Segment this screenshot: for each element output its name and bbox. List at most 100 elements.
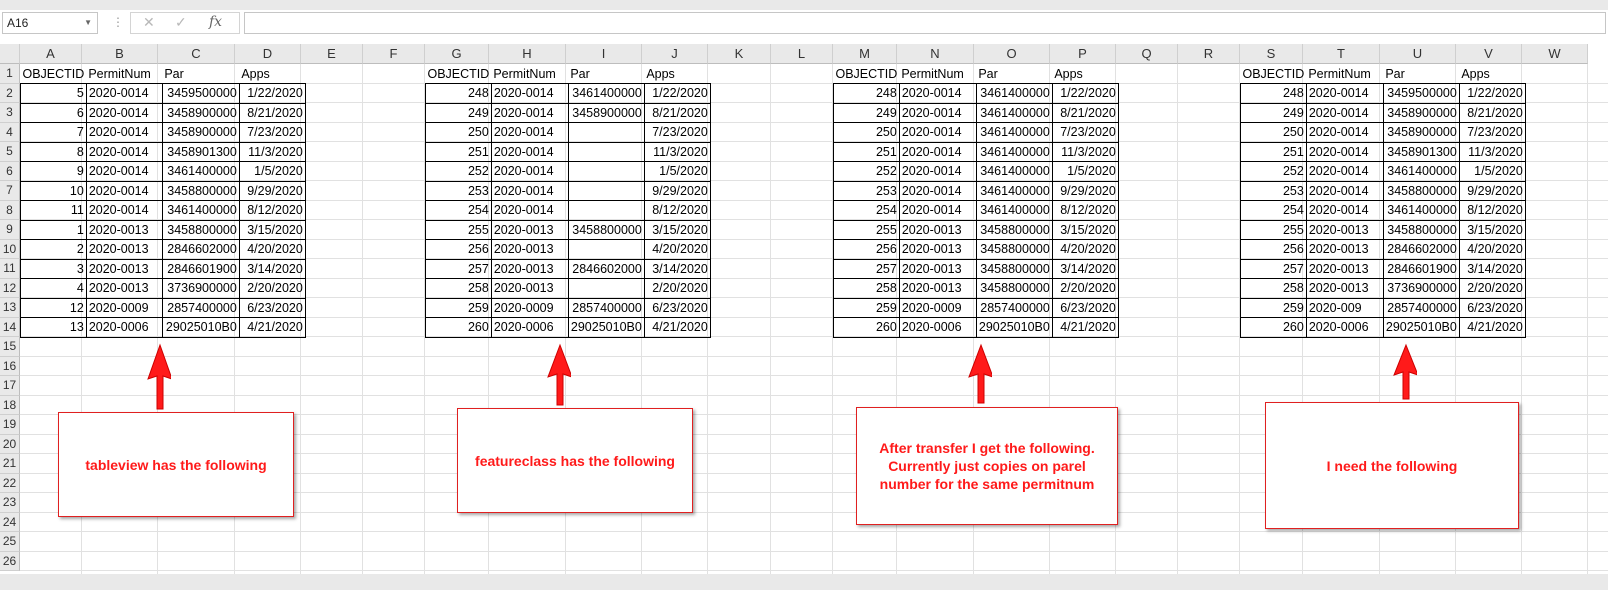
- table-cell[interactable]: 2/20/2020: [1458, 278, 1526, 299]
- table-cell[interactable]: 2020-0014: [898, 141, 977, 162]
- table-cell[interactable]: 4/21/2020: [238, 317, 306, 338]
- table-cell[interactable]: 3/15/2020: [1051, 219, 1119, 240]
- table-cell[interactable]: 8/21/2020: [1458, 102, 1526, 123]
- table-cell[interactable]: 3461400000: [975, 161, 1053, 182]
- table-cell[interactable]: 3458800000: [975, 239, 1053, 260]
- table-cell[interactable]: 2020-0014: [85, 180, 163, 201]
- table-cell[interactable]: 3461400000: [1382, 161, 1460, 182]
- table-cell[interactable]: 2020-0014: [1305, 161, 1384, 182]
- table-cell[interactable]: 8/21/2020: [1051, 102, 1119, 123]
- table-cell[interactable]: 3458900000: [161, 122, 240, 143]
- table-cell[interactable]: 11: [20, 200, 87, 221]
- table-cell[interactable]: 9/29/2020: [1458, 180, 1526, 201]
- table-cell[interactable]: 4/20/2020: [1458, 239, 1526, 260]
- table-cell[interactable]: 10: [20, 180, 87, 201]
- table-cell[interactable]: 3/15/2020: [1458, 219, 1526, 240]
- table-cell[interactable]: 11/3/2020: [238, 141, 306, 162]
- row-header-7[interactable]: 7: [0, 181, 20, 201]
- table-cell[interactable]: 2020-0014: [1305, 200, 1384, 221]
- table-cell[interactable]: 3458800000: [161, 219, 240, 240]
- table-cell[interactable]: 11/3/2020: [1458, 141, 1526, 162]
- table-cell[interactable]: 251: [425, 141, 492, 162]
- table-cell[interactable]: 3/14/2020: [643, 258, 711, 279]
- table-cell[interactable]: 2020-0013: [85, 239, 163, 260]
- table-cell[interactable]: [567, 161, 645, 182]
- column-header-r[interactable]: R: [1178, 44, 1240, 64]
- table-cell[interactable]: 3/14/2020: [1458, 258, 1526, 279]
- table-cell[interactable]: 2020-0014: [85, 200, 163, 221]
- column-title[interactable]: Par: [976, 64, 1053, 84]
- table-cell[interactable]: 6/23/2020: [238, 297, 306, 318]
- column-header-w[interactable]: W: [1522, 44, 1588, 64]
- column-title[interactable]: PermitNum: [491, 64, 569, 84]
- column-header-l[interactable]: L: [771, 44, 833, 64]
- table-cell[interactable]: 253: [1240, 180, 1307, 201]
- table-cell[interactable]: [567, 180, 645, 201]
- table-cell[interactable]: 251: [1240, 141, 1307, 162]
- table-cell[interactable]: 11/3/2020: [1051, 141, 1119, 162]
- table-cell[interactable]: 2020-0014: [1305, 83, 1384, 104]
- table-cell[interactable]: 2020-0013: [490, 219, 569, 240]
- table-cell[interactable]: 2020-0014: [85, 161, 163, 182]
- table-cell[interactable]: 2857400000: [567, 297, 645, 318]
- table-cell[interactable]: 2020-0013: [1305, 239, 1384, 260]
- table-cell[interactable]: 2846601900: [1382, 258, 1460, 279]
- table-cell[interactable]: 250: [425, 122, 492, 143]
- table-cell[interactable]: 2857400000: [161, 297, 240, 318]
- table-cell[interactable]: 6/23/2020: [643, 297, 711, 318]
- table-cell[interactable]: 255: [425, 219, 492, 240]
- table-cell[interactable]: 254: [833, 200, 900, 221]
- row-header-1[interactable]: 1: [0, 64, 20, 84]
- column-header-q[interactable]: Q: [1116, 44, 1178, 64]
- table-cell[interactable]: 2020-0014: [85, 102, 163, 123]
- table-cell[interactable]: 13: [20, 317, 87, 338]
- table-cell[interactable]: 2020-0009: [898, 297, 977, 318]
- table-cell[interactable]: 4/21/2020: [643, 317, 711, 338]
- select-all-corner[interactable]: [0, 44, 20, 64]
- table-cell[interactable]: 9/29/2020: [643, 180, 711, 201]
- column-header-s[interactable]: S: [1240, 44, 1303, 64]
- table-cell[interactable]: 2020-0013: [85, 258, 163, 279]
- name-box[interactable]: A16 ▼: [2, 12, 98, 34]
- table-cell[interactable]: 260: [1240, 317, 1307, 338]
- table-cell[interactable]: 3461400000: [161, 161, 240, 182]
- table-cell[interactable]: 3458900000: [1382, 102, 1460, 123]
- table-cell[interactable]: 248: [425, 83, 492, 104]
- table-cell[interactable]: 248: [1240, 83, 1307, 104]
- table-cell[interactable]: 2020-0013: [898, 278, 977, 299]
- table-cell[interactable]: 249: [1240, 102, 1307, 123]
- table-cell[interactable]: [567, 239, 645, 260]
- column-title[interactable]: OBJECTID: [833, 64, 900, 84]
- table-cell[interactable]: 252: [833, 161, 900, 182]
- column-header-b[interactable]: B: [82, 44, 158, 64]
- table-cell[interactable]: 1/5/2020: [238, 161, 306, 182]
- table-cell[interactable]: 258: [833, 278, 900, 299]
- row-header-20[interactable]: 20: [0, 434, 20, 454]
- row-header-13[interactable]: 13: [0, 298, 20, 318]
- column-title[interactable]: Par: [1383, 64, 1460, 84]
- table-cell[interactable]: 8/12/2020: [238, 200, 306, 221]
- table-cell[interactable]: 29025010B0: [975, 317, 1053, 338]
- table-cell[interactable]: 2020-0014: [85, 141, 163, 162]
- table-cell[interactable]: 2020-0014: [490, 161, 569, 182]
- table-cell[interactable]: 3458800000: [161, 180, 240, 201]
- table-cell[interactable]: 6/23/2020: [1051, 297, 1119, 318]
- table-cell[interactable]: 256: [1240, 239, 1307, 260]
- table-cell[interactable]: 252: [425, 161, 492, 182]
- table-cell[interactable]: 2020-0014: [898, 122, 977, 143]
- table-cell[interactable]: 3461400000: [161, 200, 240, 221]
- chevron-down-icon[interactable]: ▼: [84, 13, 92, 33]
- table-cell[interactable]: 3461400000: [975, 83, 1053, 104]
- table-cell[interactable]: 259: [425, 297, 492, 318]
- table-cell[interactable]: 257: [833, 258, 900, 279]
- table-cell[interactable]: 260: [425, 317, 492, 338]
- column-header-m[interactable]: M: [833, 44, 897, 64]
- row-header-25[interactable]: 25: [0, 532, 20, 552]
- table-cell[interactable]: 2020-0014: [898, 102, 977, 123]
- table-cell[interactable]: 254: [1240, 200, 1307, 221]
- row-header-22[interactable]: 22: [0, 473, 20, 493]
- table-cell[interactable]: 2020-0013: [898, 219, 977, 240]
- table-cell[interactable]: 256: [833, 239, 900, 260]
- table-cell[interactable]: 29025010B0: [161, 317, 240, 338]
- row-header-19[interactable]: 19: [0, 415, 20, 435]
